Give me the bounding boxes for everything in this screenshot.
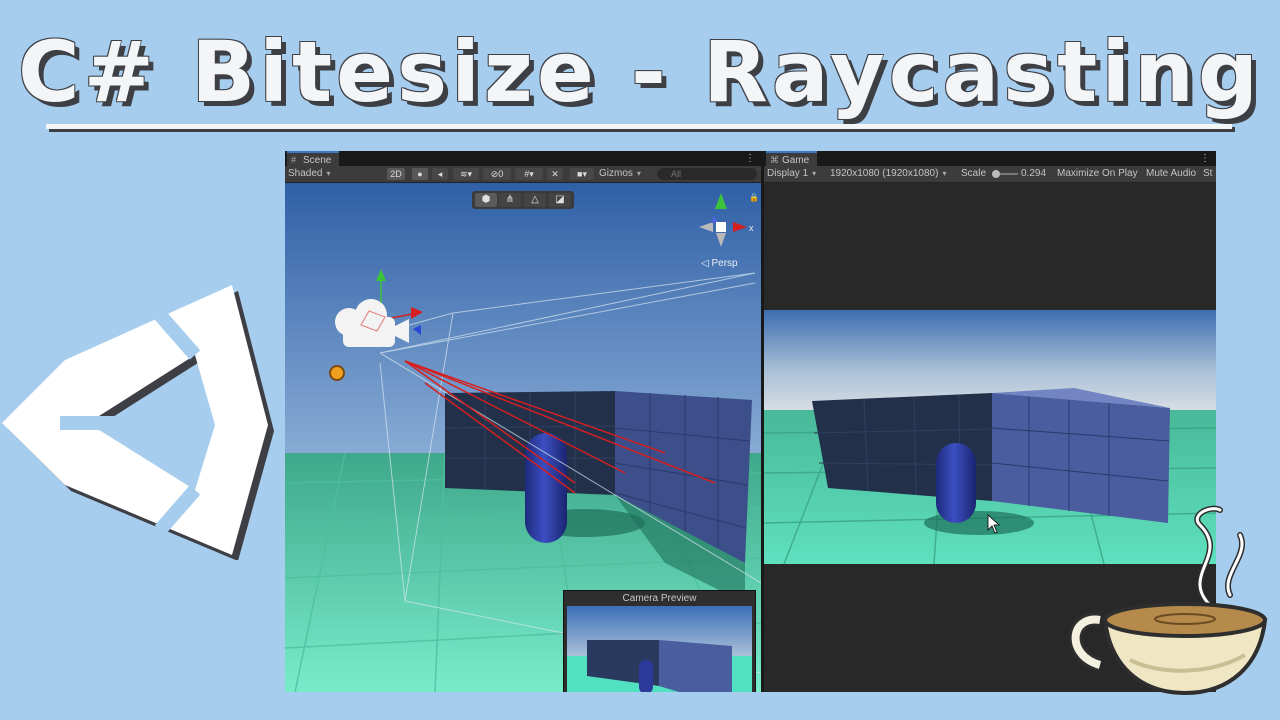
- search-placeholder: All: [671, 169, 682, 179]
- scene-panel: #Scene ⋮ Shaded 2D ● ◂ ≋▾ ⊘0 #▾ ✕ ■▾ Giz…: [285, 151, 761, 692]
- hidden-count: 0: [498, 169, 504, 179]
- game-toolbar: Display 1 1920x1080 (1920x1080) Scale 0.…: [764, 166, 1216, 183]
- gizmos-label: Gizmos: [599, 168, 633, 179]
- tab-scene[interactable]: # Scene: [287, 151, 340, 166]
- thumbnail-title: C# Bitesize - Raycasting: [17, 23, 1263, 121]
- scene-tab-menu-icon[interactable]: ⋮: [745, 151, 755, 166]
- display-dropdown[interactable]: Display 1: [767, 166, 827, 182]
- camera-preview-window: Camera Preview: [563, 590, 756, 692]
- scene-toolbar: Shaded 2D ● ◂ ≋▾ ⊘0 #▾ ✕ ■▾ Gizmos All: [285, 166, 761, 183]
- shading-mode-dropdown[interactable]: Shaded: [288, 166, 380, 182]
- stats-toggle[interactable]: St: [1203, 166, 1212, 182]
- scene-camera-icon[interactable]: [325, 265, 435, 375]
- axis-x-label: x: [749, 223, 754, 233]
- tools-icon[interactable]: ✕: [547, 168, 563, 180]
- scale-slider[interactable]: [992, 166, 1018, 182]
- light-gizmo-icon[interactable]: [329, 365, 345, 381]
- orientation-gizmo-icon[interactable]: x 🔒: [693, 189, 759, 253]
- tab-scene-label: Scene: [303, 155, 332, 166]
- grid-snap-dropdown-icon[interactable]: #▾: [515, 168, 543, 180]
- scene-search-input[interactable]: All: [657, 168, 757, 180]
- scene-viewport[interactable]: ⬢ ⋔ △ ◪ x 🔒 ◁ Persp Camera Preview: [285, 183, 761, 692]
- mute-audio-toggle[interactable]: Mute Audio: [1146, 166, 1196, 182]
- toggle-2d-button[interactable]: 2D: [387, 168, 405, 180]
- camera-preview-render: [567, 606, 752, 692]
- triangle-tool-icon[interactable]: △: [524, 193, 546, 207]
- scene-overlay-toolbar: ⬢ ⋔ △ ◪: [472, 191, 574, 209]
- unity-logo-icon: [2, 285, 274, 560]
- scene-tabbar: # Scene ⋮: [285, 151, 761, 166]
- game-tabbar: ⌘ Game ⋮: [764, 151, 1216, 166]
- audio-toggle-icon[interactable]: ◂: [432, 168, 448, 180]
- projection-toggle[interactable]: ◁ Persp: [701, 258, 738, 269]
- hidden-objects-toggle[interactable]: ⊘0: [483, 168, 511, 180]
- effects-dropdown-icon[interactable]: ≋▾: [453, 168, 479, 180]
- gizmos-dropdown[interactable]: Gizmos: [599, 166, 647, 182]
- shading-mode-label: Shaded: [288, 168, 323, 179]
- coffee-cup-icon: [1068, 505, 1268, 696]
- lighting-toggle-icon[interactable]: ●: [412, 168, 428, 180]
- tab-game-label: Game: [782, 155, 810, 166]
- game-tab-menu-icon[interactable]: ⋮: [1200, 151, 1210, 166]
- maximize-on-play-toggle[interactable]: Maximize On Play: [1057, 166, 1138, 182]
- title-underline: [46, 124, 1232, 129]
- node-tool-icon[interactable]: ⋔: [499, 193, 521, 207]
- resolution-dropdown[interactable]: 1920x1080 (1920x1080): [830, 166, 954, 182]
- scale-label: Scale: [961, 168, 987, 179]
- card-tool-icon[interactable]: ◪: [549, 193, 571, 207]
- cube-tool-icon[interactable]: ⬢: [475, 193, 497, 207]
- scale-value: 0.294: [1021, 168, 1047, 179]
- resolution-label: 1920x1080 (1920x1080): [830, 168, 939, 179]
- svg-text:🔒: 🔒: [749, 193, 759, 202]
- camera-preview-title: Camera Preview: [622, 593, 697, 604]
- camera-settings-dropdown-icon[interactable]: ■▾: [570, 168, 594, 180]
- display-label: Display 1: [767, 168, 809, 179]
- tab-game[interactable]: ⌘ Game: [766, 151, 818, 166]
